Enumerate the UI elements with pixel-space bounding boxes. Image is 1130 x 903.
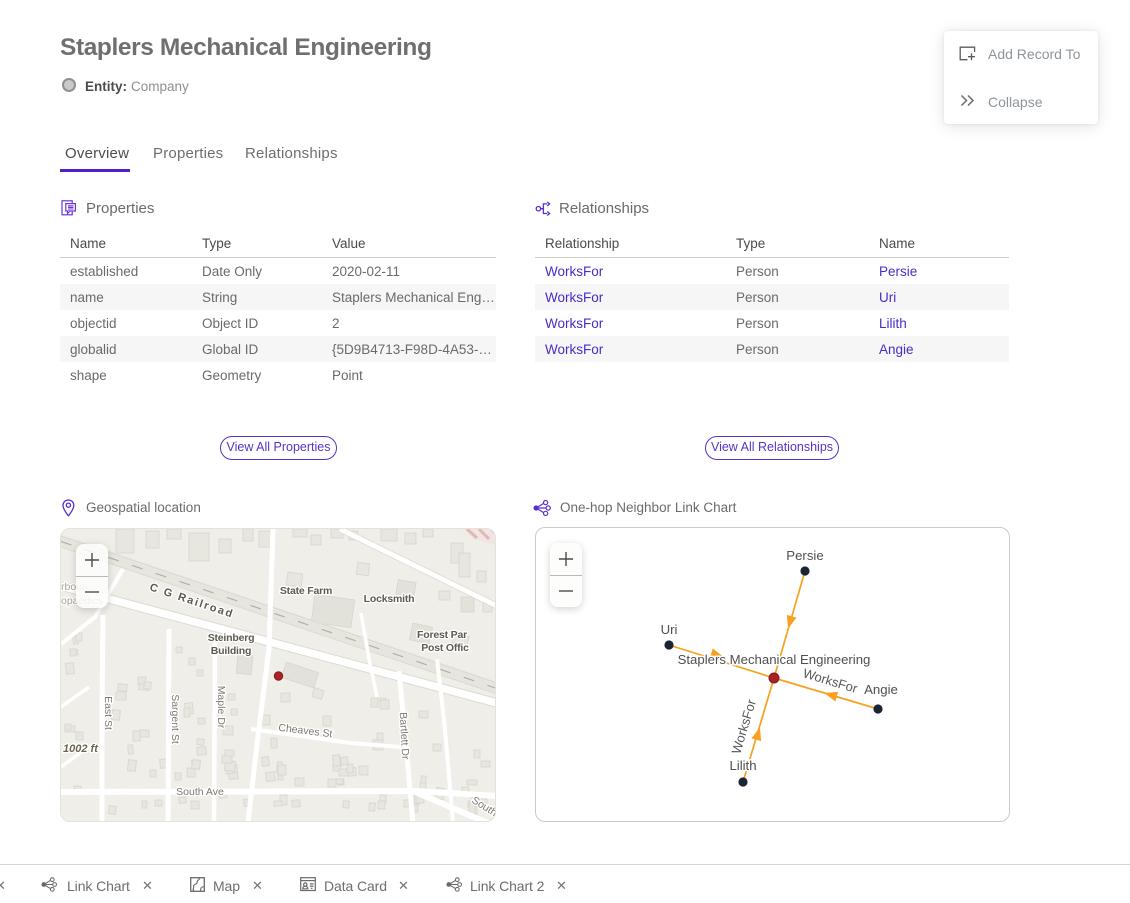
svg-text:1002 ft: 1002 ft <box>63 743 99 755</box>
svg-text:Bartlett Dr: Bartlett Dr <box>397 712 411 760</box>
svg-text:WorksFor: WorksFor <box>728 697 759 756</box>
svg-text:Lilith: Lilith <box>729 758 756 773</box>
svg-text:Sargent St: Sargent St <box>169 694 181 744</box>
svg-text:Locksmith: Locksmith <box>364 593 415 605</box>
svg-text:Post Offic: Post Offic <box>421 642 469 654</box>
svg-text:Maple Dr: Maple Dr <box>215 686 227 729</box>
svg-text:South Ave: South Ave <box>176 786 224 798</box>
svg-text:State Farm: State Farm <box>280 585 332 597</box>
svg-text:Forest Par: Forest Par <box>417 629 467 641</box>
svg-text:WorksFor: WorksFor <box>801 665 860 696</box>
svg-text:East St: East St <box>102 696 114 730</box>
svg-text:Steinberg: Steinberg <box>208 632 255 644</box>
svg-text:Persie: Persie <box>786 548 823 563</box>
svg-text:Staplers Mechanical Engineerin: Staplers Mechanical Engineering <box>678 652 871 667</box>
svg-text:Angie: Angie <box>864 682 898 697</box>
svg-text:Uri: Uri <box>661 622 678 637</box>
svg-text:Building: Building <box>211 645 251 657</box>
